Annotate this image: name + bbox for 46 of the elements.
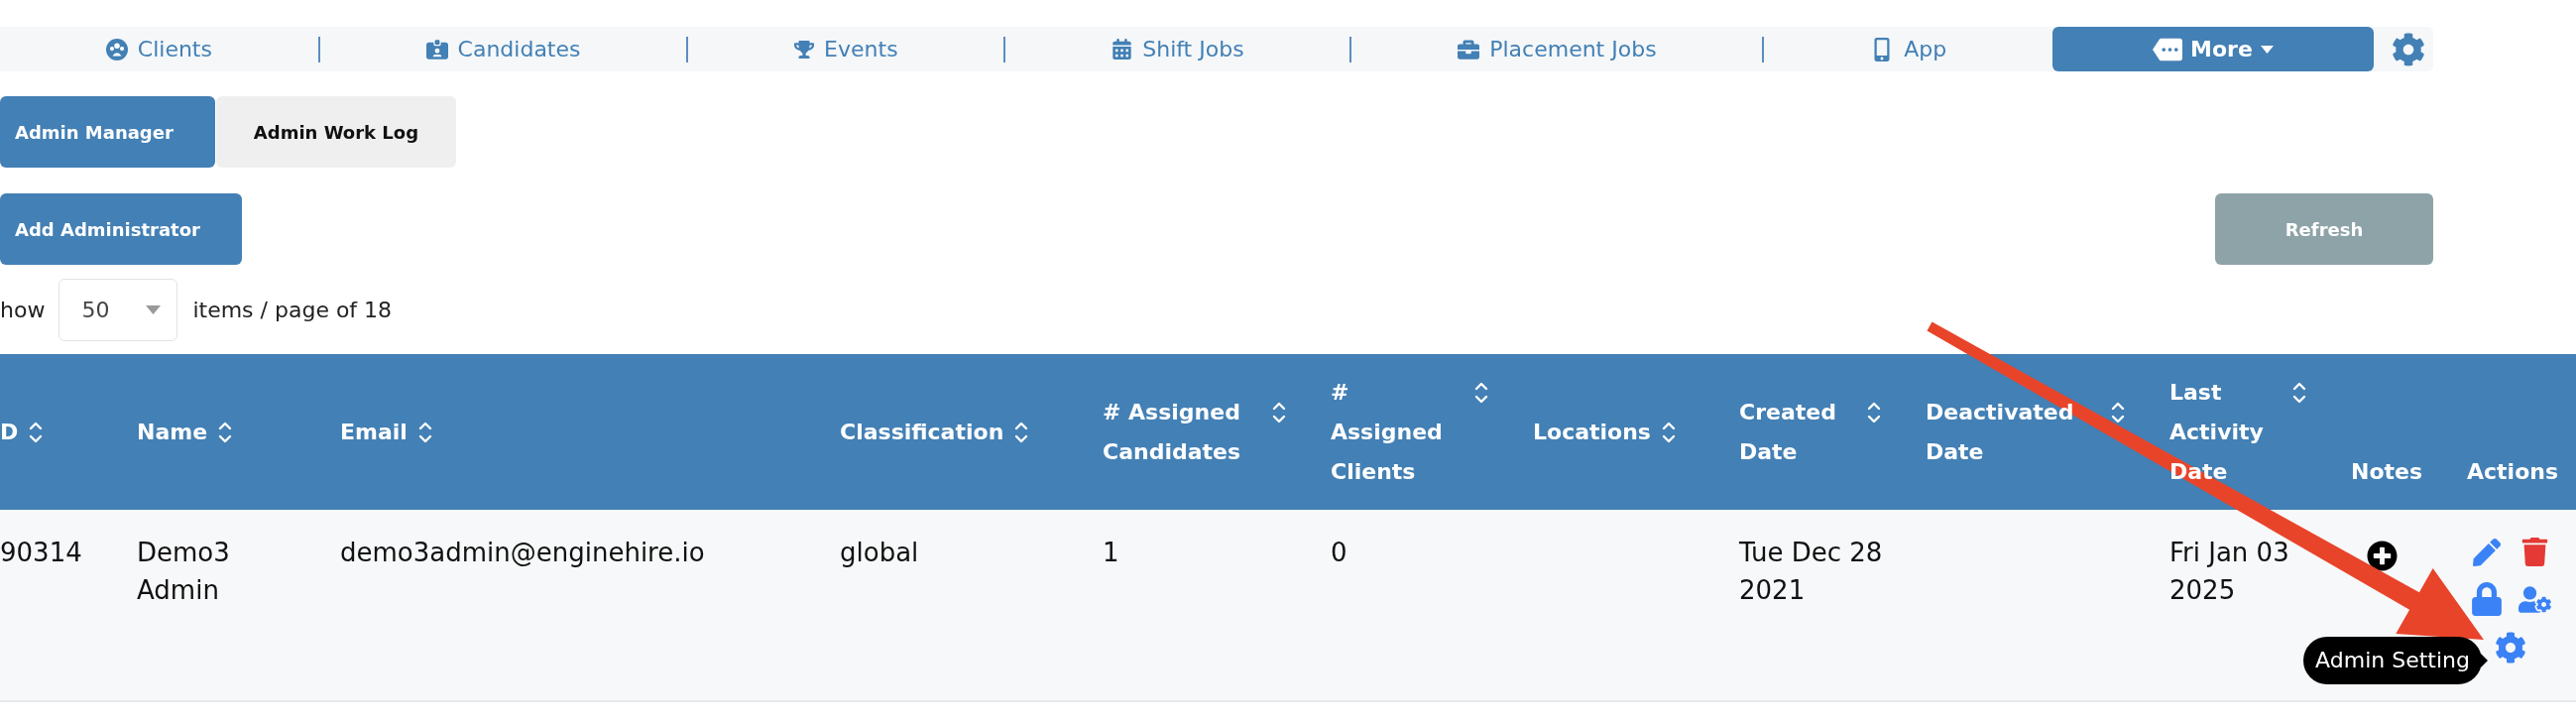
add-administrator-button[interactable]: Add Administrator <box>0 193 242 265</box>
nav-link[interactable]: Events <box>794 34 898 64</box>
column-header: Actions <box>2467 458 2558 486</box>
column-header[interactable]: Email <box>340 412 433 452</box>
pencil-icon[interactable] <box>2473 538 2501 566</box>
lock-icon[interactable] <box>2470 582 2504 616</box>
settings-icon[interactable] <box>2495 632 2526 664</box>
tab[interactable]: Admin Work Log <box>215 96 457 168</box>
people-circle-icon <box>105 38 128 60</box>
column-header[interactable]: # Assigned Clients <box>1331 372 1489 492</box>
page-info-text: items / page of 18 <box>192 298 393 322</box>
column-header[interactable]: Locations <box>1533 412 1677 452</box>
caret-icon <box>2260 45 2274 54</box>
briefcase-icon <box>1458 38 1480 60</box>
nav-link[interactable]: Shift Jobs <box>1112 34 1244 64</box>
table-cell-text: global <box>840 537 919 569</box>
calendar-icon <box>1112 39 1133 60</box>
settings-icon[interactable] <box>2392 32 2425 66</box>
table-cell-text: 1 <box>1103 537 1119 569</box>
table-cell-text: Fri Jan 03 2025 <box>2169 537 2290 607</box>
table-cell-text: Tue Dec 28 2021 <box>1739 537 1884 607</box>
nav-link[interactable]: Candidates <box>425 34 581 64</box>
table-cell-text: Demo3 Admin <box>137 537 231 607</box>
nav-link[interactable]: Placement Jobs <box>1458 34 1657 64</box>
tooltip: Admin Setting <box>2303 637 2488 684</box>
show-label: how <box>0 298 46 322</box>
column-header: Notes <box>2351 458 2423 486</box>
nav-link[interactable]: Clients <box>105 34 212 64</box>
nav-link[interactable]: App <box>1870 34 1947 64</box>
table-cell-text: 0 <box>1331 537 1347 569</box>
trash-icon[interactable] <box>2519 538 2549 566</box>
refresh-button[interactable]: Refresh <box>2215 193 2433 265</box>
trophy-icon <box>794 39 815 60</box>
column-header[interactable]: # Assigned Candidates <box>1103 392 1287 472</box>
column-header[interactable]: D <box>0 412 45 452</box>
table-cell-text: demo3admin@enginehire.io <box>340 537 705 569</box>
page-size-select[interactable]: 50 <box>59 279 178 341</box>
column-header[interactable]: Deactivated Date <box>1926 392 2126 472</box>
column-header[interactable]: Name <box>137 412 234 452</box>
column-header[interactable]: Classification <box>840 412 1030 452</box>
id-card-icon <box>425 38 448 60</box>
caret-icon <box>146 305 162 314</box>
tab[interactable]: Admin Manager <box>0 96 215 168</box>
column-header[interactable]: Created Date <box>1739 392 1882 472</box>
more-menu-button[interactable]: More <box>2052 27 2374 71</box>
table-cell-text: 90314 <box>0 537 82 569</box>
